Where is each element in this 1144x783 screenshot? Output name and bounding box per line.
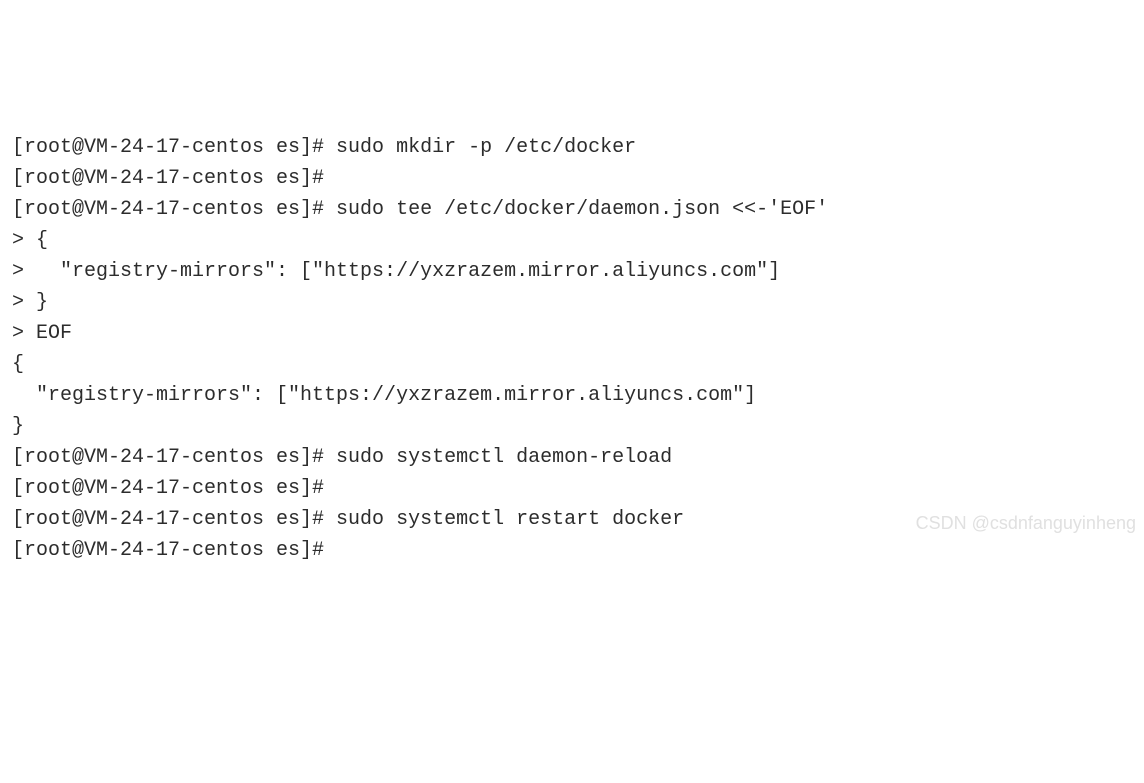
terminal-line: > EOF <box>12 318 1132 349</box>
terminal-line: "registry-mirrors": ["https://yxzrazem.m… <box>12 380 1132 411</box>
terminal-line: [root@VM-24-17-centos es]# <box>12 473 1132 504</box>
terminal-line: > } <box>12 287 1132 318</box>
terminal-output[interactable]: [root@VM-24-17-centos es]# sudo mkdir -p… <box>12 132 1132 566</box>
terminal-line: [root@VM-24-17-centos es]# <box>12 535 1132 566</box>
terminal-line: { <box>12 349 1132 380</box>
terminal-line: > "registry-mirrors": ["https://yxzrazem… <box>12 256 1132 287</box>
terminal-line: [root@VM-24-17-centos es]# <box>12 163 1132 194</box>
terminal-line: } <box>12 411 1132 442</box>
watermark-text: CSDN @csdnfanguyinheng <box>916 510 1136 538</box>
terminal-line: [root@VM-24-17-centos es]# sudo systemct… <box>12 442 1132 473</box>
terminal-line: > { <box>12 225 1132 256</box>
terminal-line: [root@VM-24-17-centos es]# sudo mkdir -p… <box>12 132 1132 163</box>
terminal-line: [root@VM-24-17-centos es]# sudo tee /etc… <box>12 194 1132 225</box>
